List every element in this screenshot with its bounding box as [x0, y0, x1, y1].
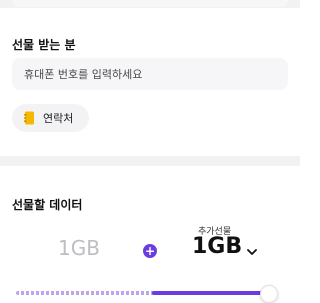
- phone-number-input[interactable]: [12, 58, 288, 90]
- contacts-button[interactable]: 연락처: [12, 104, 89, 132]
- extra-data-value: 1GB: [192, 234, 243, 259]
- data-slider-fill: [152, 291, 262, 295]
- top-field-edge: [12, 0, 288, 7]
- contacts-book-icon: [24, 111, 35, 125]
- data-slider-handle[interactable]: [260, 285, 278, 303]
- section-divider: [0, 156, 300, 166]
- base-data-value: 1GB: [58, 236, 100, 260]
- chevron-down-icon: [246, 243, 258, 255]
- recipient-section-title: 선물 받는 분: [12, 38, 76, 52]
- contacts-button-label: 연락처: [43, 112, 74, 125]
- data-gift-section-title: 선물할 데이터: [12, 198, 83, 212]
- extra-data-dropdown[interactable]: 1GB: [192, 234, 258, 259]
- plus-icon: +: [143, 244, 157, 258]
